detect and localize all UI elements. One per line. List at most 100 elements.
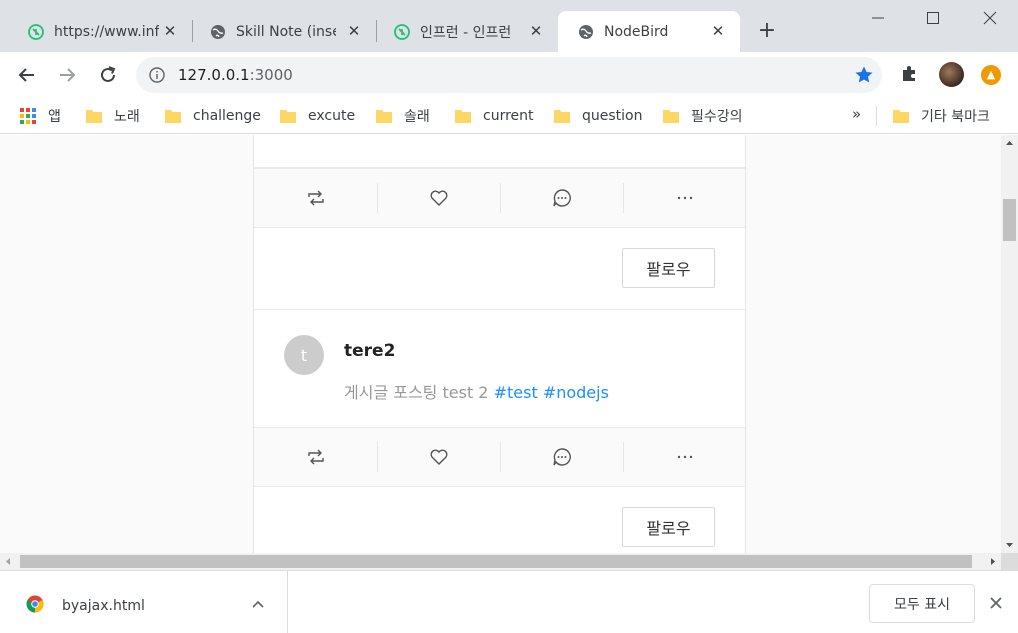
maximize-icon[interactable]	[921, 8, 945, 28]
folder-icon	[376, 110, 392, 123]
scroll-up-icon[interactable]	[1001, 135, 1018, 152]
url-host: 127.0.0.1	[178, 66, 250, 84]
tab-nodebird[interactable]: NodeBird ✕	[558, 11, 740, 52]
minimize-icon[interactable]	[866, 8, 890, 28]
comment-button[interactable]	[500, 428, 623, 486]
profile-avatar[interactable]	[939, 62, 964, 87]
page-viewport: 팔로우 t tere2 게시글 포스팅 test 2 #test #nodejs…	[0, 135, 1001, 553]
bookmark-label: 앱	[48, 109, 61, 125]
folder-icon	[893, 110, 909, 123]
tab-skill-note[interactable]: Skill Note (inse ✕	[190, 11, 376, 52]
bookmark-apps[interactable]: 앱	[20, 106, 61, 126]
folder-icon	[165, 110, 181, 123]
follow-button[interactable]: 팔로우	[622, 507, 715, 547]
post-actions	[254, 168, 745, 228]
scrollbar-thumb[interactable]	[20, 555, 972, 568]
tab-inflearn-1[interactable]: https://www.inf ✕	[8, 11, 192, 52]
new-tab-plus-icon[interactable]: +	[756, 20, 778, 42]
like-button[interactable]	[377, 428, 500, 486]
bookmark-label: 기타 북마크	[921, 109, 990, 125]
globe-icon	[579, 24, 593, 39]
hashtag-link[interactable]: #nodejs	[543, 383, 609, 402]
retweet-button[interactable]	[254, 428, 377, 486]
download-file-name: byajax.html	[62, 598, 145, 614]
forward-arrow-icon[interactable]	[56, 64, 78, 86]
bookmark-folder[interactable]: excute	[280, 106, 355, 126]
folder-icon	[280, 110, 296, 123]
like-button[interactable]	[377, 169, 500, 227]
window-close-icon[interactable]	[978, 8, 1002, 28]
bookmark-folder[interactable]: question	[554, 106, 642, 126]
bookmark-label: excute	[308, 108, 356, 124]
bookmark-label: challenge	[193, 108, 261, 124]
download-item[interactable]: byajax.html	[0, 571, 288, 633]
bookmark-folder[interactable]: 노래	[86, 106, 140, 126]
close-icon[interactable]	[988, 595, 1004, 611]
bookmarks-bar: 앱 노래 challenge excute 솔래 current questio…	[0, 98, 1018, 134]
bookmarks-overflow-chevron[interactable]: »	[852, 105, 861, 123]
retweet-button[interactable]	[254, 169, 377, 227]
comment-icon	[552, 448, 571, 466]
globe-icon	[211, 24, 225, 39]
post-feed: 팔로우 t tere2 게시글 포스팅 test 2 #test #nodejs…	[253, 135, 746, 553]
chrome-file-icon	[26, 595, 44, 613]
follow-row: 팔로우	[254, 487, 745, 553]
heart-icon	[430, 449, 447, 465]
ellipsis-icon	[677, 455, 692, 459]
back-arrow-icon[interactable]	[16, 64, 38, 86]
chevron-up-icon[interactable]	[250, 597, 266, 613]
horizontal-scrollbar[interactable]	[0, 553, 1001, 570]
bookmark-other[interactable]: 기타 북마크	[893, 106, 990, 126]
reload-icon[interactable]	[97, 64, 119, 86]
update-available-icon[interactable]: ▲	[981, 65, 1001, 85]
tab-strip: https://www.inf ✕ Skill Note (inse ✕ 인프런…	[0, 0, 1018, 52]
tab-close-icon[interactable]: ✕	[346, 23, 362, 39]
folder-icon	[663, 110, 679, 123]
tab-title: Skill Note (inse	[236, 23, 336, 40]
bookmark-folder[interactable]: challenge	[165, 106, 261, 126]
tab-title: https://www.inf	[54, 23, 159, 40]
tab-inflearn-2[interactable]: 인프런 - 인프런 ✕	[374, 11, 558, 52]
extensions-puzzle-icon[interactable]	[900, 63, 920, 83]
info-icon[interactable]	[149, 67, 165, 83]
vertical-scrollbar[interactable]	[1001, 135, 1018, 553]
tab-title: 인프런 - 인프런	[420, 24, 512, 41]
ellipsis-icon	[677, 196, 692, 200]
address-bar[interactable]: 127.0.0.1:3000	[136, 57, 882, 93]
scroll-left-icon[interactable]	[0, 553, 17, 570]
scrollbar-thumb[interactable]	[1003, 199, 1016, 241]
bookmark-label: 솔래	[404, 109, 430, 125]
heart-icon	[430, 190, 447, 206]
follow-row: 팔로우	[254, 228, 745, 310]
post-actions	[254, 427, 745, 487]
more-button[interactable]	[623, 169, 746, 227]
more-button[interactable]	[623, 428, 746, 486]
url-text: 127.0.0.1:3000	[178, 66, 293, 84]
bookmark-folder[interactable]: 솔래	[376, 106, 430, 126]
tab-close-icon[interactable]: ✕	[528, 23, 544, 39]
comment-button[interactable]	[500, 169, 623, 227]
scroll-down-icon[interactable]	[1001, 536, 1018, 553]
show-all-downloads-button[interactable]: 모두 표시	[869, 584, 975, 623]
hashtag-link[interactable]: #test	[494, 383, 538, 402]
post-text: 게시글 포스팅 test 2	[344, 383, 494, 402]
inflearn-icon	[394, 23, 410, 40]
post-author[interactable]: tere2	[344, 341, 395, 361]
tab-close-icon[interactable]: ✕	[710, 23, 726, 39]
bookmark-star-icon[interactable]	[854, 65, 874, 85]
tab-title: NodeBird	[604, 23, 669, 40]
bookmark-folder[interactable]: 필수강의	[663, 106, 743, 126]
folder-icon	[554, 110, 570, 123]
url-port: :3000	[249, 66, 293, 84]
retweet-icon	[307, 190, 324, 206]
bookmark-folder[interactable]: current	[455, 106, 534, 126]
bookmark-label: question	[582, 108, 643, 124]
scroll-right-icon[interactable]	[984, 553, 1001, 570]
bookmark-label: 필수강의	[691, 109, 743, 125]
folder-icon	[455, 110, 471, 123]
follow-button[interactable]: 팔로우	[622, 248, 715, 288]
download-shelf: byajax.html 모두 표시	[0, 570, 1018, 633]
comment-icon	[552, 189, 571, 207]
retweet-icon	[307, 449, 324, 465]
tab-close-icon[interactable]: ✕	[162, 23, 178, 39]
